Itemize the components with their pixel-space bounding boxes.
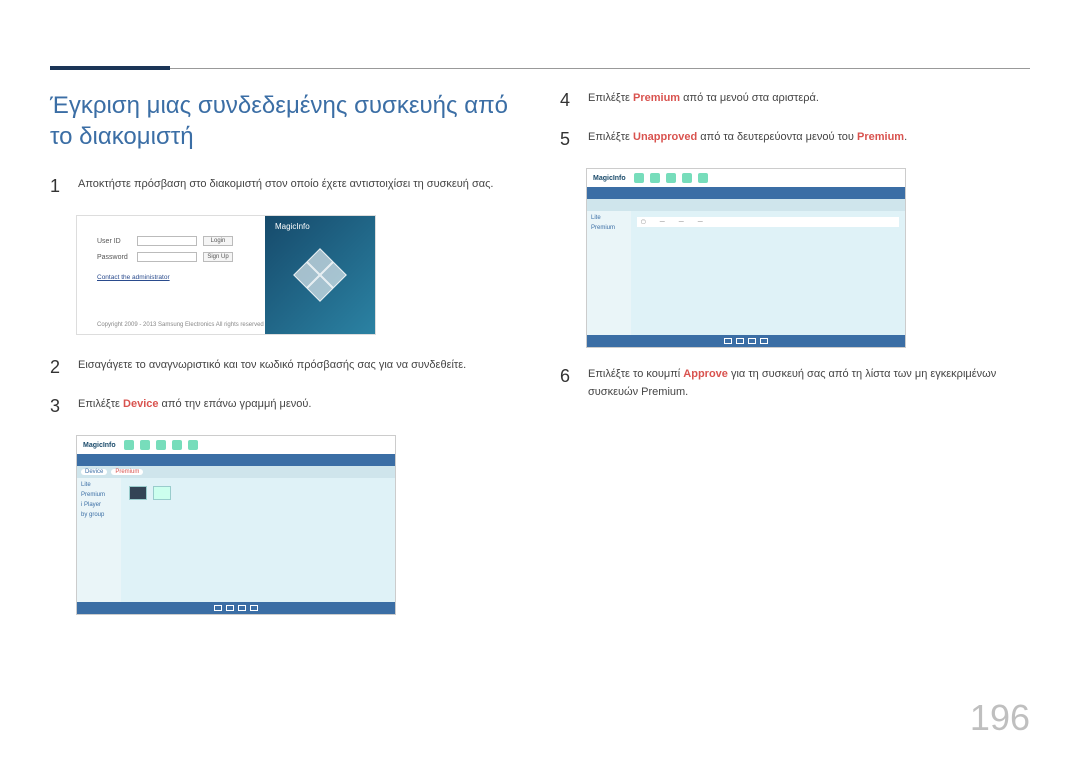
step-4: 4 Επιλέξτε Premium από τα μενού στα αρισ…	[560, 90, 1030, 111]
nav-bar	[77, 454, 395, 466]
signup-button[interactable]: Sign Up	[203, 252, 233, 262]
app-brand: MagicInfo	[593, 175, 626, 182]
step-number: 6	[560, 366, 574, 387]
sub-bar: Device Premium	[77, 466, 395, 478]
toolbar-icon[interactable]	[698, 173, 708, 183]
keyword-premium2: Premium	[857, 131, 904, 143]
step-number: 4	[560, 90, 574, 111]
toolbar-icon[interactable]	[172, 440, 182, 450]
step-1: 1 Αποκτήστε πρόσβαση στο διακομιστή στον…	[50, 176, 520, 197]
login-button[interactable]: Login	[203, 236, 233, 246]
app-main	[121, 478, 395, 602]
toolbar-icon[interactable]	[650, 173, 660, 183]
row-cell: ▢	[641, 219, 646, 225]
toolbar-icon[interactable]	[124, 440, 134, 450]
toolbar-icons	[124, 440, 198, 450]
user-id-input[interactable]	[137, 236, 197, 246]
step-number: 3	[50, 396, 64, 417]
app-footer	[587, 335, 905, 347]
app-main: ▢ — — —	[631, 211, 905, 335]
toolbar-icon[interactable]	[156, 440, 166, 450]
sidebar-item[interactable]: i Player	[81, 502, 117, 508]
app-body: Lite Premium i Player by group	[77, 478, 395, 602]
unapproved-screenshot: MagicInfo Lite Premium ▢ — — —	[586, 168, 906, 348]
tile-icon[interactable]	[129, 486, 147, 500]
keyword-device: Device	[123, 398, 158, 410]
step3-post: από την επάνω γραμμή μενού.	[159, 398, 312, 410]
step-number: 2	[50, 357, 64, 378]
login-user-row: User ID Login	[97, 236, 233, 246]
step-6: 6 Επιλέξτε το κουμπί Approve για τη συσκ…	[560, 366, 1030, 401]
user-id-label: User ID	[97, 238, 131, 245]
step-text: Εισαγάγετε το αναγνωριστικό και τον κωδι…	[78, 357, 466, 375]
keyword-approve: Approve	[683, 368, 728, 380]
tile-row	[129, 486, 171, 500]
top-rule-accent	[50, 66, 170, 70]
row-cell: —	[679, 219, 684, 225]
login-form: User ID Login Password Sign Up Contact t…	[97, 236, 233, 281]
left-column: Έγκριση μιας συνδεδεμένης συσκευής από τ…	[50, 90, 520, 633]
toolbar-icons	[634, 173, 708, 183]
step5-postb: .	[904, 131, 907, 143]
sidebar: Lite Premium	[587, 211, 631, 335]
step-text: Επιλέξτε το κουμπί Approve για τη συσκευ…	[588, 366, 1030, 401]
toolbar-icon[interactable]	[634, 173, 644, 183]
step4-pre: Επιλέξτε	[588, 92, 633, 104]
sidebar-item[interactable]: Lite	[81, 482, 117, 488]
step4-post: από τα μενού στα αριστερά.	[680, 92, 819, 104]
sidebar-item[interactable]: Premium	[81, 492, 117, 498]
step-number: 5	[560, 129, 574, 150]
password-input[interactable]	[137, 252, 197, 262]
sidebar: Lite Premium i Player by group	[77, 478, 121, 602]
chip-device[interactable]: Device	[81, 469, 107, 475]
step5-pre: Επιλέξτε	[588, 131, 633, 143]
step-text: Επιλέξτε Device από την επάνω γραμμή μεν…	[78, 396, 311, 414]
sub-bar	[587, 199, 905, 211]
page-title: Έγκριση μιας συνδεδεμένης συσκευής από τ…	[50, 90, 520, 152]
step-5: 5 Επιλέξτε Unapproved από τα δευτερεύοντ…	[560, 129, 1030, 150]
app-header: MagicInfo	[587, 169, 905, 187]
copyright-text: Copyright 2009 - 2013 Samsung Electronic…	[97, 322, 264, 328]
app-brand: MagicInfo	[83, 442, 116, 449]
keyword-premium: Premium	[633, 92, 680, 104]
row-cell: —	[660, 219, 665, 225]
toolbar-icon[interactable]	[682, 173, 692, 183]
sidebar-item[interactable]: Premium	[591, 225, 627, 231]
content-area: Έγκριση μιας συνδεδεμένης συσκευής από τ…	[50, 90, 1030, 633]
chip-premium[interactable]: Premium	[111, 469, 143, 475]
row-cell: —	[698, 219, 703, 225]
top-rule	[50, 68, 1030, 69]
step6-pre: Επιλέξτε το κουμπί	[588, 368, 683, 380]
toolbar-icon[interactable]	[666, 173, 676, 183]
contact-admin-link[interactable]: Contact the administrator	[97, 274, 233, 281]
keyword-unapproved: Unapproved	[633, 131, 697, 143]
tile-icon[interactable]	[153, 486, 171, 500]
login-branding-panel: MagicInfo	[265, 216, 375, 334]
page-number: 196	[970, 697, 1030, 739]
login-pass-row: Password Sign Up	[97, 252, 233, 262]
step-3: 3 Επιλέξτε Device από την επάνω γραμμή μ…	[50, 396, 520, 417]
sidebar-item[interactable]: by group	[81, 512, 117, 518]
step-text: Αποκτήστε πρόσβαση στο διακομιστή στον ο…	[78, 176, 493, 194]
toolbar-icon[interactable]	[188, 440, 198, 450]
app-header: MagicInfo	[77, 436, 395, 454]
app-body: Lite Premium ▢ — — —	[587, 211, 905, 335]
step3-pre: Επιλέξτε	[78, 398, 123, 410]
device-screenshot: MagicInfo Device Premium Lite Premium i …	[76, 435, 396, 615]
step-text: Επιλέξτε Premium από τα μενού στα αριστε…	[588, 90, 819, 108]
toolbar-icon[interactable]	[140, 440, 150, 450]
step-2: 2 Εισαγάγετε το αναγνωριστικό και τον κω…	[50, 357, 520, 378]
right-column: 4 Επιλέξτε Premium από τα μενού στα αρισ…	[560, 90, 1030, 633]
step5-posta: από τα δευτερεύοντα μενού του	[697, 131, 857, 143]
login-screenshot: User ID Login Password Sign Up Contact t…	[76, 215, 376, 335]
step-number: 1	[50, 176, 64, 197]
device-row[interactable]: ▢ — — —	[637, 217, 899, 227]
app-footer	[77, 602, 395, 614]
magicinfo-brand: MagicInfo	[275, 222, 310, 231]
sidebar-item[interactable]: Lite	[591, 215, 627, 221]
password-label: Password	[97, 254, 131, 261]
nav-bar	[587, 187, 905, 199]
logo-icon	[293, 249, 347, 303]
step-text: Επιλέξτε Unapproved από τα δευτερεύοντα …	[588, 129, 907, 147]
